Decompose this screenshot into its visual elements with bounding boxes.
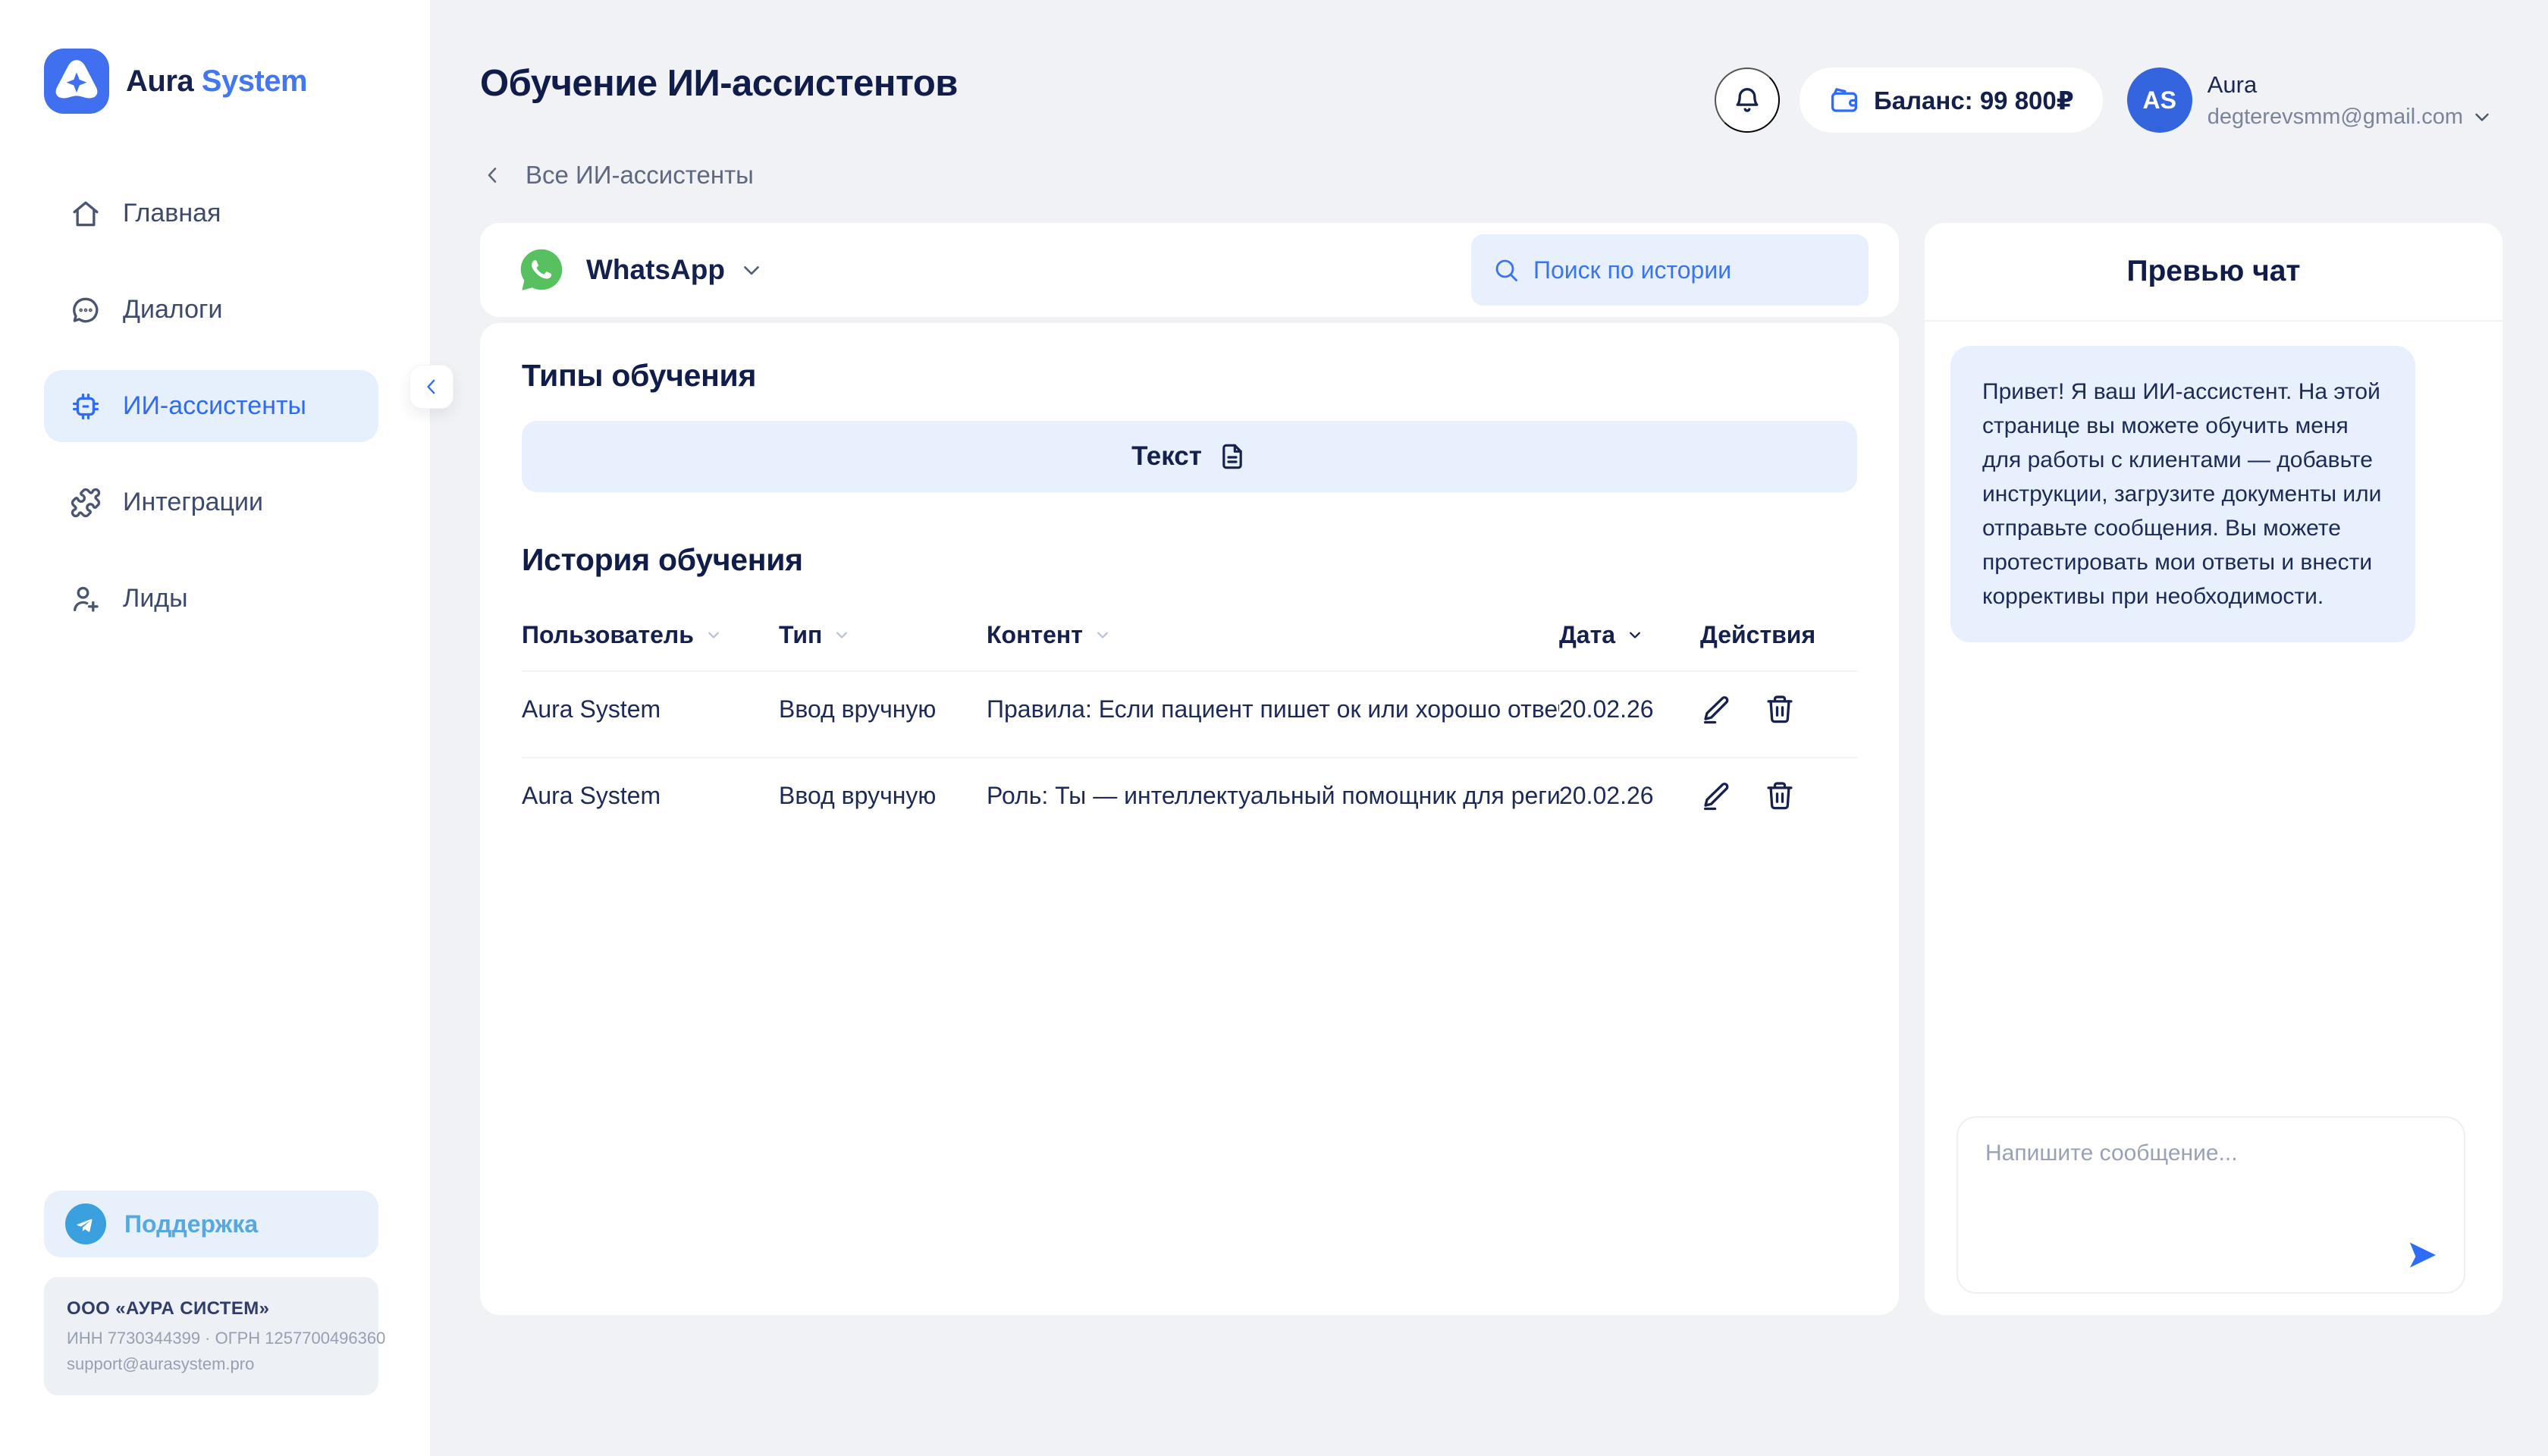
message-textarea[interactable] [1958,1118,2464,1292]
notifications-button[interactable] [1715,67,1780,133]
sidebar-item-label: Лиды [123,584,188,613]
training-type-text-label: Текст [1131,441,1202,472]
brand-logo-icon [44,49,109,114]
channel-toolbar: WhatsApp [480,223,1899,317]
message-input-box [1956,1116,2465,1294]
sidebar: Aura System Главная Диалоги ИИ-ассистент… [0,0,431,1456]
chevron-down-icon [2471,105,2493,128]
sidebar-item-leads[interactable]: Лиды [44,563,378,635]
column-header-type[interactable]: Тип [779,621,987,649]
telegram-icon [65,1203,106,1244]
user-name: Aura [2208,71,2493,99]
training-history-title: История обучения [522,542,1857,578]
company-name: ООО «АУРА СИСТЕМ» [67,1298,356,1320]
search-input[interactable] [1533,256,1847,284]
chat-bubble-icon [70,294,102,326]
sidebar-item-dialogs[interactable]: Диалоги [44,274,378,346]
bell-icon [1731,84,1763,116]
chevron-left-icon [480,163,504,187]
sort-chevron-icon [1624,624,1646,645]
balance-label: Баланс: 99 800₽ [1874,86,2074,115]
user-info: Aura degterevsmm@gmail.com [2208,71,2493,130]
channel-label: WhatsApp [586,254,725,286]
sidebar-item-label: Главная [123,199,221,228]
table-header-row: Пользователь Тип Контент Дата Действия [522,610,1857,660]
chat-preview-title: Превью чат [1925,223,2502,322]
whatsapp-icon [516,245,566,295]
support-label: Поддержка [124,1210,258,1238]
company-registration: ИНН 7730344399 · ОГРН 1257700496360 [67,1329,356,1348]
history-search[interactable] [1471,234,1869,306]
assistant-message-bubble: Привет! Я ваш ИИ-ассистент. На этой стра… [1950,346,2415,642]
wallet-icon [1828,84,1860,116]
channel-select[interactable]: WhatsApp [516,245,764,295]
sidebar-item-ai-assistants[interactable]: ИИ-ассистенты [44,370,378,442]
page-title: Обучение ИИ-ассистентов [480,62,958,105]
sidebar-item-home[interactable]: Главная [44,177,378,249]
user-email: degterevsmm@gmail.com [2208,105,2463,130]
cell-user: Aura System [522,695,779,723]
balance-pill[interactable]: Баланс: 99 800₽ [1800,67,2103,133]
column-header-actions: Действия [1700,621,1857,649]
training-type-text-button[interactable]: Текст [522,421,1857,492]
cell-type: Ввод вручную [779,695,987,723]
sidebar-item-label: Интеграции [123,488,263,517]
document-icon [1217,441,1247,472]
edit-button[interactable] [1700,693,1732,725]
sort-chevron-icon [831,624,852,645]
brand-name: Aura System [126,64,307,99]
pencil-icon [1700,693,1732,725]
send-button[interactable] [2405,1238,2440,1272]
cell-type: Ввод вручную [779,782,987,810]
trash-icon [1764,693,1796,725]
delete-button[interactable] [1764,693,1796,725]
chevron-down-icon [739,257,764,283]
chat-preview-panel: Превью чат Привет! Я ваш ИИ-ассистент. Н… [1925,223,2502,1315]
sidebar-item-integrations[interactable]: Интеграции [44,466,378,538]
table-row: Aura System Ввод вручную Роль: Ты — инте… [522,758,1857,833]
support-button[interactable]: Поддержка [44,1191,378,1257]
puzzle-icon [70,487,102,519]
delete-button[interactable] [1764,780,1796,811]
sidebar-spacer [44,635,378,1191]
company-email: support@aurasystem.pro [67,1354,356,1374]
cell-actions [1700,780,1857,811]
avatar: AS [2127,67,2192,133]
edit-button[interactable] [1700,780,1732,811]
home-icon [70,198,102,230]
history-table: Пользователь Тип Контент Дата Действия A… [522,610,1857,833]
sort-chevron-icon [1092,624,1113,645]
cell-content: Роль: Ты — интеллектуальный помощник для… [987,782,1559,810]
sort-chevron-icon [703,624,724,645]
user-plus-icon [70,583,102,615]
chevron-left-icon [420,375,443,398]
cell-content: Правила: Если пациент пишет ок или хорош… [987,695,1559,723]
send-icon [2405,1238,2440,1272]
brand-logo[interactable]: Aura System [44,49,378,114]
company-info: ООО «АУРА СИСТЕМ» ИНН 7730344399 · ОГРН … [44,1277,378,1395]
training-panel: Типы обучения Текст История обучения Пол… [480,323,1899,1315]
sidebar-item-label: ИИ-ассистенты [123,391,306,421]
sidebar-item-label: Диалоги [123,295,222,325]
breadcrumb-label: Все ИИ-ассистенты [526,161,754,190]
sidebar-collapse-button[interactable] [410,365,453,409]
sidebar-nav: Главная Диалоги ИИ-ассистенты Интеграции… [44,177,378,635]
user-menu[interactable]: AS Aura degterevsmm@gmail.com [2127,67,2493,133]
cell-actions [1700,693,1857,725]
column-header-user[interactable]: Пользователь [522,621,779,649]
breadcrumb-back[interactable]: Все ИИ-ассистенты [480,161,754,190]
column-header-date[interactable]: Дата [1559,621,1700,649]
search-icon [1492,256,1520,284]
table-row: Aura System Ввод вручную Правила: Если п… [522,672,1857,746]
training-types-title: Типы обучения [522,358,1857,394]
header-actions: Баланс: 99 800₽ AS Aura degterevsmm@gmai… [1715,67,2493,133]
chat-spacer [1925,642,2502,1116]
column-header-content[interactable]: Контент [987,621,1559,649]
trash-icon [1764,780,1796,811]
cell-date: 20.02.26 [1559,695,1700,723]
pencil-icon [1700,780,1732,811]
cell-user: Aura System [522,782,779,810]
chip-icon [70,391,102,422]
cell-date: 20.02.26 [1559,782,1700,810]
